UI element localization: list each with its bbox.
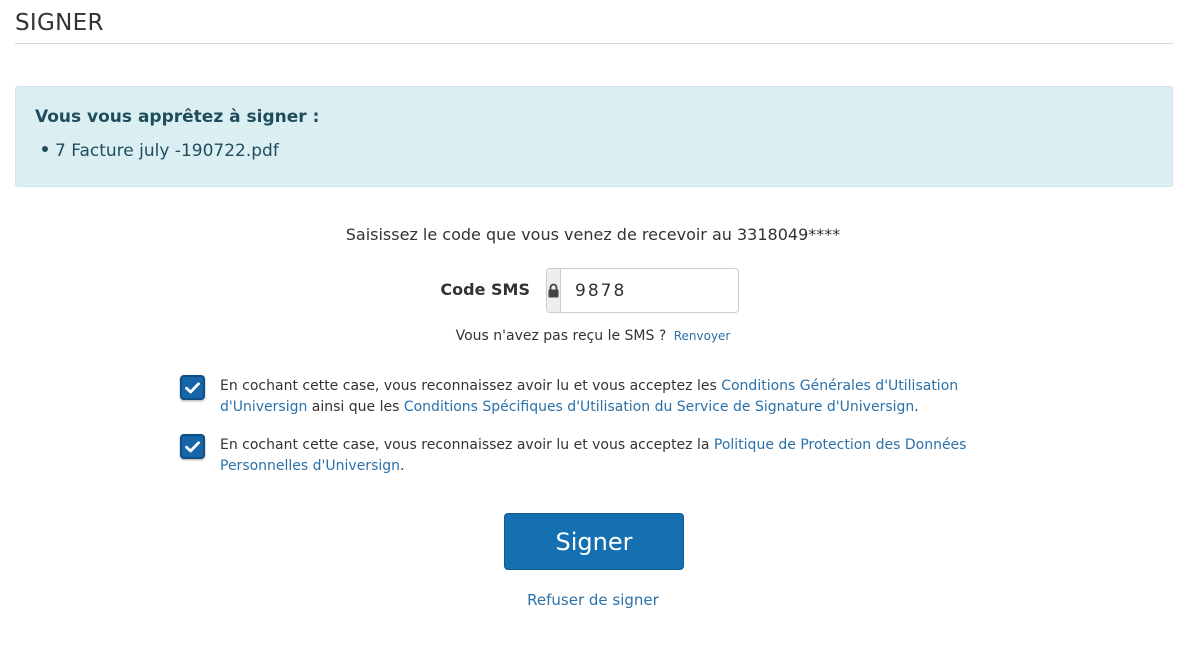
consent-terms-middle: ainsi que les bbox=[307, 399, 404, 415]
refuse-sign-link[interactable]: Refuser de signer bbox=[0, 591, 1186, 609]
checkmark-icon bbox=[185, 381, 200, 393]
document-filename: 7 Facture july -190722.pdf bbox=[55, 141, 279, 161]
page-title: SIGNER bbox=[15, 10, 104, 36]
signing-page: SIGNER Vous vous apprêtez à signer : 7 F… bbox=[0, 0, 1186, 667]
document-list-item: 7 Facture july -190722.pdf bbox=[42, 141, 279, 161]
sms-not-received-text: Vous n'avez pas reçu le SMS ? bbox=[455, 328, 667, 344]
sms-code-input[interactable] bbox=[561, 269, 738, 312]
checkmark-icon bbox=[185, 440, 200, 452]
consent-terms-checkbox[interactable] bbox=[180, 375, 205, 400]
consent-privacy-text: En cochant cette case, vous reconnaissez… bbox=[220, 435, 1020, 477]
consent-privacy-checkbox[interactable] bbox=[180, 434, 205, 459]
sms-code-label: Code SMS bbox=[440, 280, 530, 299]
consent-privacy-prefix: En cochant cette case, vous reconnaissez… bbox=[220, 437, 714, 453]
sign-button[interactable]: Signer bbox=[504, 513, 684, 570]
csu-link[interactable]: Conditions Spécifiques d'Utilisation du … bbox=[404, 399, 914, 415]
consent-terms-prefix: En cochant cette case, vous reconnaissez… bbox=[220, 378, 722, 394]
document-info-heading: Vous vous apprêtez à signer : bbox=[35, 107, 320, 127]
sms-instruction: Saisissez le code que vous venez de rece… bbox=[345, 225, 841, 244]
bullet-icon bbox=[42, 146, 48, 152]
resend-line: Vous n'avez pas reçu le SMS ? Renvoyer bbox=[0, 328, 1186, 344]
lock-icon bbox=[547, 269, 561, 312]
consent-privacy-suffix: . bbox=[400, 458, 405, 474]
resend-link[interactable]: Renvoyer bbox=[674, 329, 731, 343]
sms-code-input-group bbox=[546, 268, 739, 313]
consent-terms-suffix: . bbox=[914, 399, 919, 415]
document-info-box: Vous vous apprêtez à signer : 7 Facture … bbox=[15, 86, 1173, 187]
consent-terms-text: En cochant cette case, vous reconnaissez… bbox=[220, 376, 1020, 418]
title-divider bbox=[15, 43, 1173, 44]
